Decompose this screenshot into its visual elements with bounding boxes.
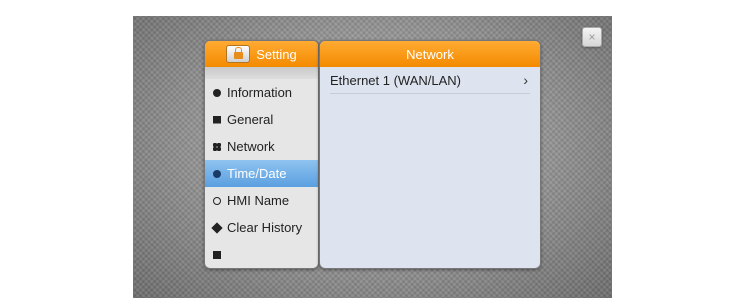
network-icon [213,142,221,151]
settings-sidebar: Setting Information General Network Time… [204,40,319,269]
sidebar-item-label: Information [227,85,293,100]
clock-icon [213,169,221,178]
sidebar-item-partial[interactable] [205,241,318,268]
sidebar-item-label: Time/Date [227,166,287,181]
sidebar-item-label: Clear History [227,220,303,235]
sidebar-title: Setting [256,46,297,62]
lock-icon [226,45,251,63]
eraser-icon [211,221,223,234]
sidebar-item-clear-history[interactable]: Clear History [205,214,318,241]
sidebar-item-label: Network [227,139,275,154]
settings-menu: Information General Network Time/Date HM… [205,79,318,268]
sidebar-item-general[interactable]: General [205,106,318,133]
sidebar-item-label: General [227,112,274,127]
sidebar-item-network[interactable]: Network [205,133,318,160]
panel-title: Network [320,41,540,67]
info-icon [213,88,221,97]
ethernet-1-row[interactable]: Ethernet 1 (WAN/LAN) › [330,67,530,94]
chevron-right-icon: › [523,72,528,88]
sidebar-item-hmi-name[interactable]: HMI Name [205,187,318,214]
sidebar-item-information[interactable]: Information [205,79,318,106]
network-panel: Network Ethernet 1 (WAN/LAN) › [319,40,541,269]
sidebar-divider [205,67,318,79]
sidebar-header: Setting [205,41,318,67]
hmi-icon [213,196,221,205]
sidebar-item-time-date[interactable]: Time/Date [205,160,318,187]
row-label: Ethernet 1 (WAN/LAN) [330,72,462,88]
general-icon [213,115,221,124]
partial-item-icon [213,250,221,259]
sidebar-item-label: HMI Name [227,193,290,208]
close-icon: × [588,30,596,44]
close-button[interactable]: × [582,27,602,47]
